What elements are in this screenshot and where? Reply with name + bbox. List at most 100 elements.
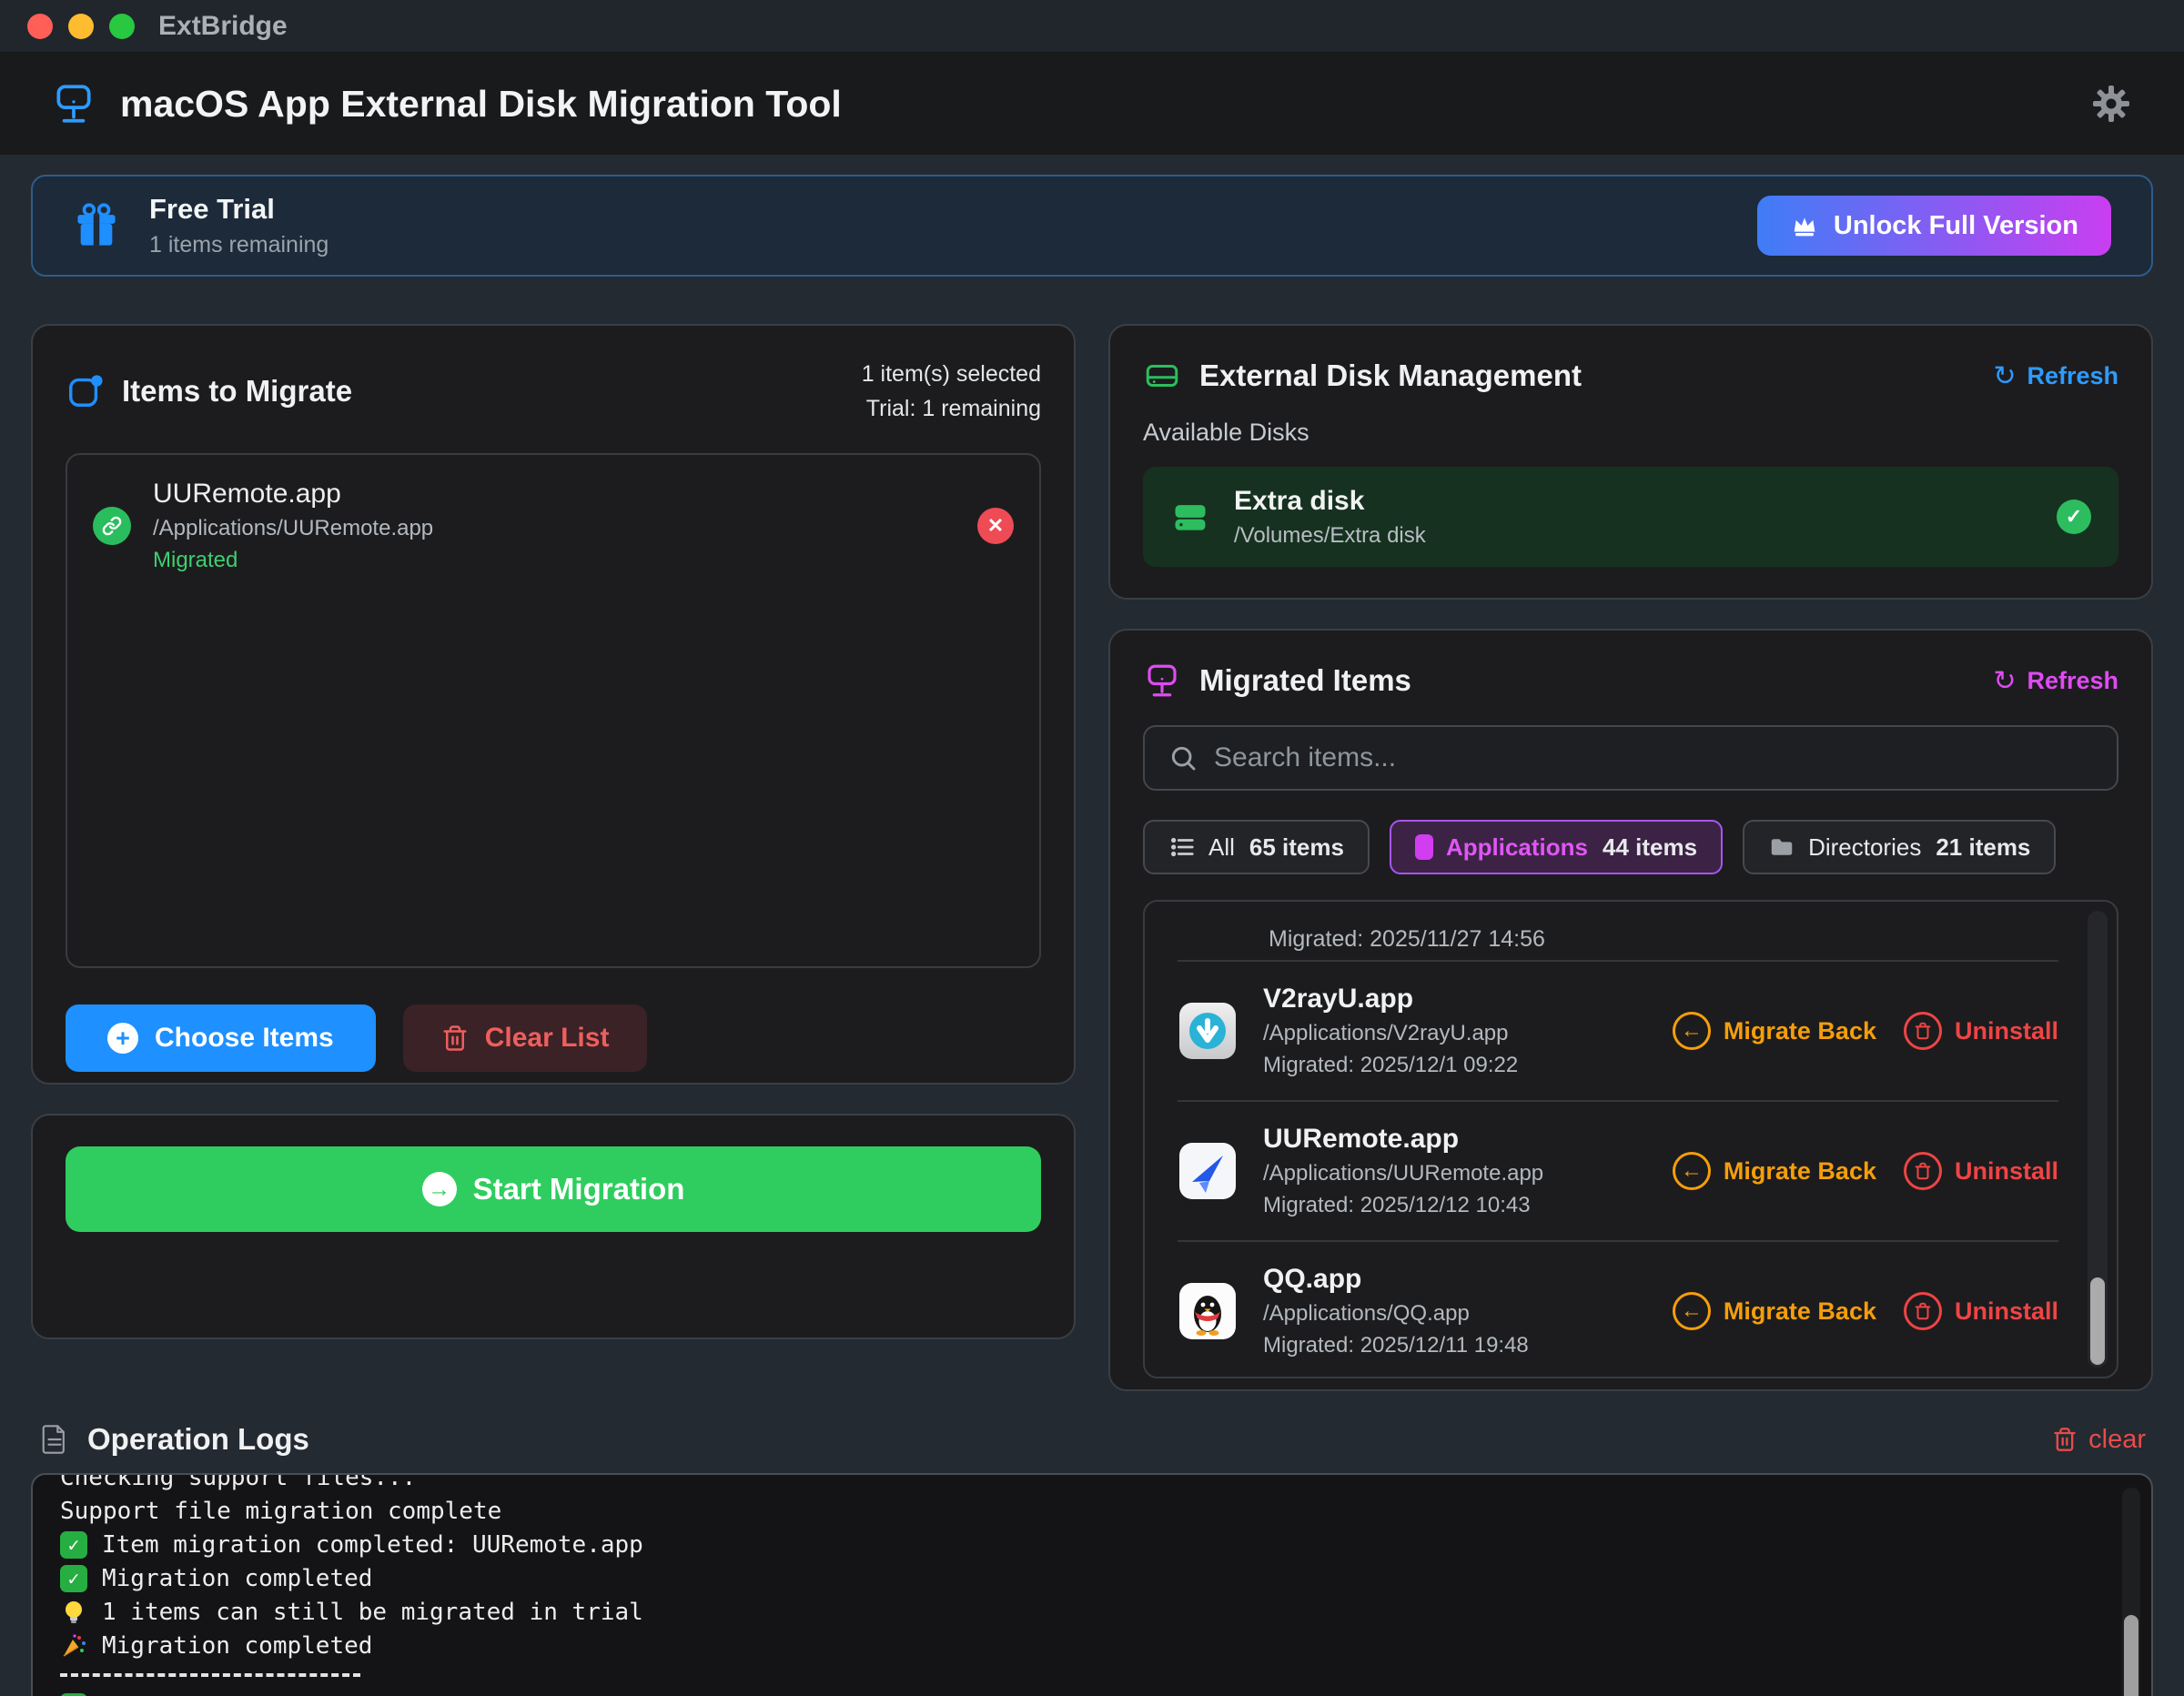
filter-all-label: All	[1208, 833, 1235, 862]
migrated-item-path: /Applications/QQ.app	[1263, 1301, 1529, 1327]
queue-item-path: /Applications/UURemote.app	[153, 516, 433, 541]
filter-directories-chip[interactable]: Directories 21 items	[1743, 820, 2056, 874]
disk-stand-logo-icon	[51, 81, 96, 126]
refresh-disks-label: Refresh	[2027, 362, 2118, 390]
migrated-item-name: UURemote.app	[1263, 1124, 1543, 1155]
search-icon	[1168, 743, 1198, 772]
trash-icon	[2052, 1427, 2078, 1452]
folder-icon	[1768, 833, 1795, 861]
log-line: Support file migration complete	[60, 1494, 2088, 1528]
filter-chips: All 65 items Applications 44 items	[1143, 820, 2118, 874]
log-scroll-content: Checking support files... Support file m…	[60, 1473, 2088, 1696]
trial-remaining-text: Trial: 1 remaining	[862, 391, 1041, 426]
arrow-right-circle-icon: →	[422, 1172, 457, 1206]
migrated-item-texts: QQ.app /Applications/QQ.app Migrated: 20…	[1263, 1264, 1529, 1358]
choose-items-label: Choose Items	[155, 1023, 334, 1054]
migrated-item-date: Migrated: 2025/12/11 19:48	[1263, 1333, 1529, 1358]
close-window-button[interactable]	[27, 14, 53, 39]
start-migration-label: Start Migration	[473, 1172, 685, 1206]
clipped-item-migrated-date: Migrated: 2025/11/27 14:56	[1178, 902, 2058, 960]
refresh-icon: ↻	[1993, 665, 2016, 697]
disk-selected-check-icon: ✓	[2057, 500, 2091, 534]
uuremote-app-icon	[1178, 1141, 1238, 1201]
items-panel-header: Items to Migrate 1 item(s) selected Tria…	[66, 357, 1041, 426]
unlock-label: Unlock Full Version	[1834, 211, 2078, 241]
clear-logs-label: clear	[2088, 1425, 2146, 1455]
list-icon	[1168, 833, 1196, 861]
titlebar: ExtBridge	[0, 0, 2184, 53]
trash-circle-icon	[1904, 1012, 1942, 1050]
migrated-list-scrollbar[interactable]	[2088, 911, 2108, 1368]
filter-applications-chip[interactable]: Applications 44 items	[1390, 820, 1723, 874]
migrated-row-v2rayu[interactable]: V2rayU.app /Applications/V2rayU.app Migr…	[1178, 960, 2058, 1100]
log-line: ✓ Backup deleted: UURemote.app.extbridge…	[60, 1690, 2088, 1696]
refresh-migrated-label: Refresh	[2027, 667, 2118, 695]
migrate-back-label: Migrate Back	[1724, 1017, 1876, 1045]
migrated-items-list: Migrated: 2025/11/27 14:56	[1143, 900, 2118, 1378]
queue-item-name: UURemote.app	[153, 479, 433, 510]
filter-all-count: 65 items	[1249, 833, 1344, 862]
app-rect-icon	[1415, 834, 1433, 860]
migrate-back-label: Migrate Back	[1724, 1157, 1876, 1186]
start-migration-panel: → Start Migration	[31, 1114, 1076, 1339]
migrated-row-uuremote[interactable]: UURemote.app /Applications/UURemote.app …	[1178, 1100, 2058, 1240]
gift-icon	[73, 202, 120, 249]
trash-circle-icon	[1904, 1292, 1942, 1330]
choose-items-button[interactable]: + Choose Items	[66, 1004, 376, 1072]
free-trial-texts: Free Trial 1 items remaining	[149, 193, 329, 258]
check-emoji-icon: ✓	[60, 1565, 87, 1592]
start-migration-button[interactable]: → Start Migration	[66, 1146, 1041, 1232]
migrate-back-button[interactable]: ← Migrate Back	[1673, 1012, 1876, 1050]
clear-logs-button[interactable]: clear	[2052, 1425, 2146, 1455]
unlock-full-version-button[interactable]: Unlock Full Version	[1757, 196, 2111, 256]
search-input[interactable]	[1214, 742, 2093, 773]
clear-list-label: Clear List	[485, 1023, 610, 1054]
disk-path: /Volumes/Extra disk	[1234, 523, 1426, 549]
migrate-back-button[interactable]: ← Migrate Back	[1673, 1292, 1876, 1330]
migrated-item-texts: UURemote.app /Applications/UURemote.app …	[1263, 1124, 1543, 1218]
log-line: ✓ Migration completed	[60, 1561, 2088, 1595]
uninstall-button[interactable]: Uninstall	[1904, 1012, 2058, 1050]
migrated-row-qq[interactable]: QQ.app /Applications/QQ.app Migrated: 20…	[1178, 1240, 2058, 1378]
minimize-window-button[interactable]	[68, 14, 94, 39]
zoom-window-button[interactable]	[109, 14, 135, 39]
migrate-back-button[interactable]: ← Migrate Back	[1673, 1152, 1876, 1190]
free-trial-title: Free Trial	[149, 193, 329, 226]
left-column: Items to Migrate 1 item(s) selected Tria…	[31, 324, 1076, 1339]
migrate-back-label: Migrate Back	[1724, 1297, 1876, 1326]
trash-icon	[441, 1025, 469, 1052]
migrated-items-scroll-content: Migrated: 2025/11/27 14:56	[1145, 902, 2117, 1378]
arrow-left-circle-icon: ←	[1673, 1152, 1711, 1190]
migrated-item-actions: ← Migrate Back	[1673, 1012, 2058, 1050]
operation-logs-title: Operation Logs	[87, 1422, 309, 1457]
refresh-disks-button[interactable]: ↻ Refresh	[1993, 360, 2118, 392]
remove-item-button[interactable]: ✕	[977, 508, 1014, 544]
log-line: Checking support files...	[60, 1473, 2088, 1494]
check-emoji-icon: ✓	[60, 1531, 87, 1559]
disk-card-extra-disk[interactable]: Extra disk /Volumes/Extra disk ✓	[1143, 467, 2118, 567]
log-scrollbar[interactable]	[2122, 1488, 2140, 1696]
filter-applications-count: 44 items	[1603, 833, 1697, 862]
uninstall-label: Uninstall	[1955, 1017, 2058, 1045]
log-output[interactable]: Checking support files... Support file m…	[31, 1473, 2153, 1696]
clear-list-button[interactable]: Clear List	[403, 1004, 648, 1072]
bulb-emoji-icon	[60, 1599, 87, 1626]
gear-icon[interactable]	[2089, 82, 2133, 126]
items-panel-title: Items to Migrate	[122, 374, 352, 409]
refresh-migrated-button[interactable]: ↻ Refresh	[1993, 665, 2118, 697]
scrollbar-thumb[interactable]	[2090, 1277, 2105, 1365]
scrollbar-thumb[interactable]	[2124, 1615, 2138, 1696]
v2rayu-app-icon	[1178, 1001, 1238, 1061]
filter-directories-count: 21 items	[1936, 833, 2030, 862]
external-disk-panel: External Disk Management ↻ Refresh Avail…	[1108, 324, 2153, 600]
selection-info: 1 item(s) selected Trial: 1 remaining	[862, 357, 1041, 426]
uninstall-button[interactable]: Uninstall	[1904, 1292, 2058, 1330]
migrated-item-date: Migrated: 2025/12/1 09:22	[1263, 1053, 1518, 1078]
filter-all-chip[interactable]: All 65 items	[1143, 820, 1370, 874]
arrow-left-circle-icon: ←	[1673, 1012, 1711, 1050]
uninstall-button[interactable]: Uninstall	[1904, 1152, 2058, 1190]
document-icon	[38, 1423, 71, 1456]
queue-item-row[interactable]: UURemote.app /Applications/UURemote.app …	[93, 479, 1014, 573]
available-disks-label: Available Disks	[1143, 419, 2118, 447]
queue-item-status: Migrated	[153, 548, 433, 573]
